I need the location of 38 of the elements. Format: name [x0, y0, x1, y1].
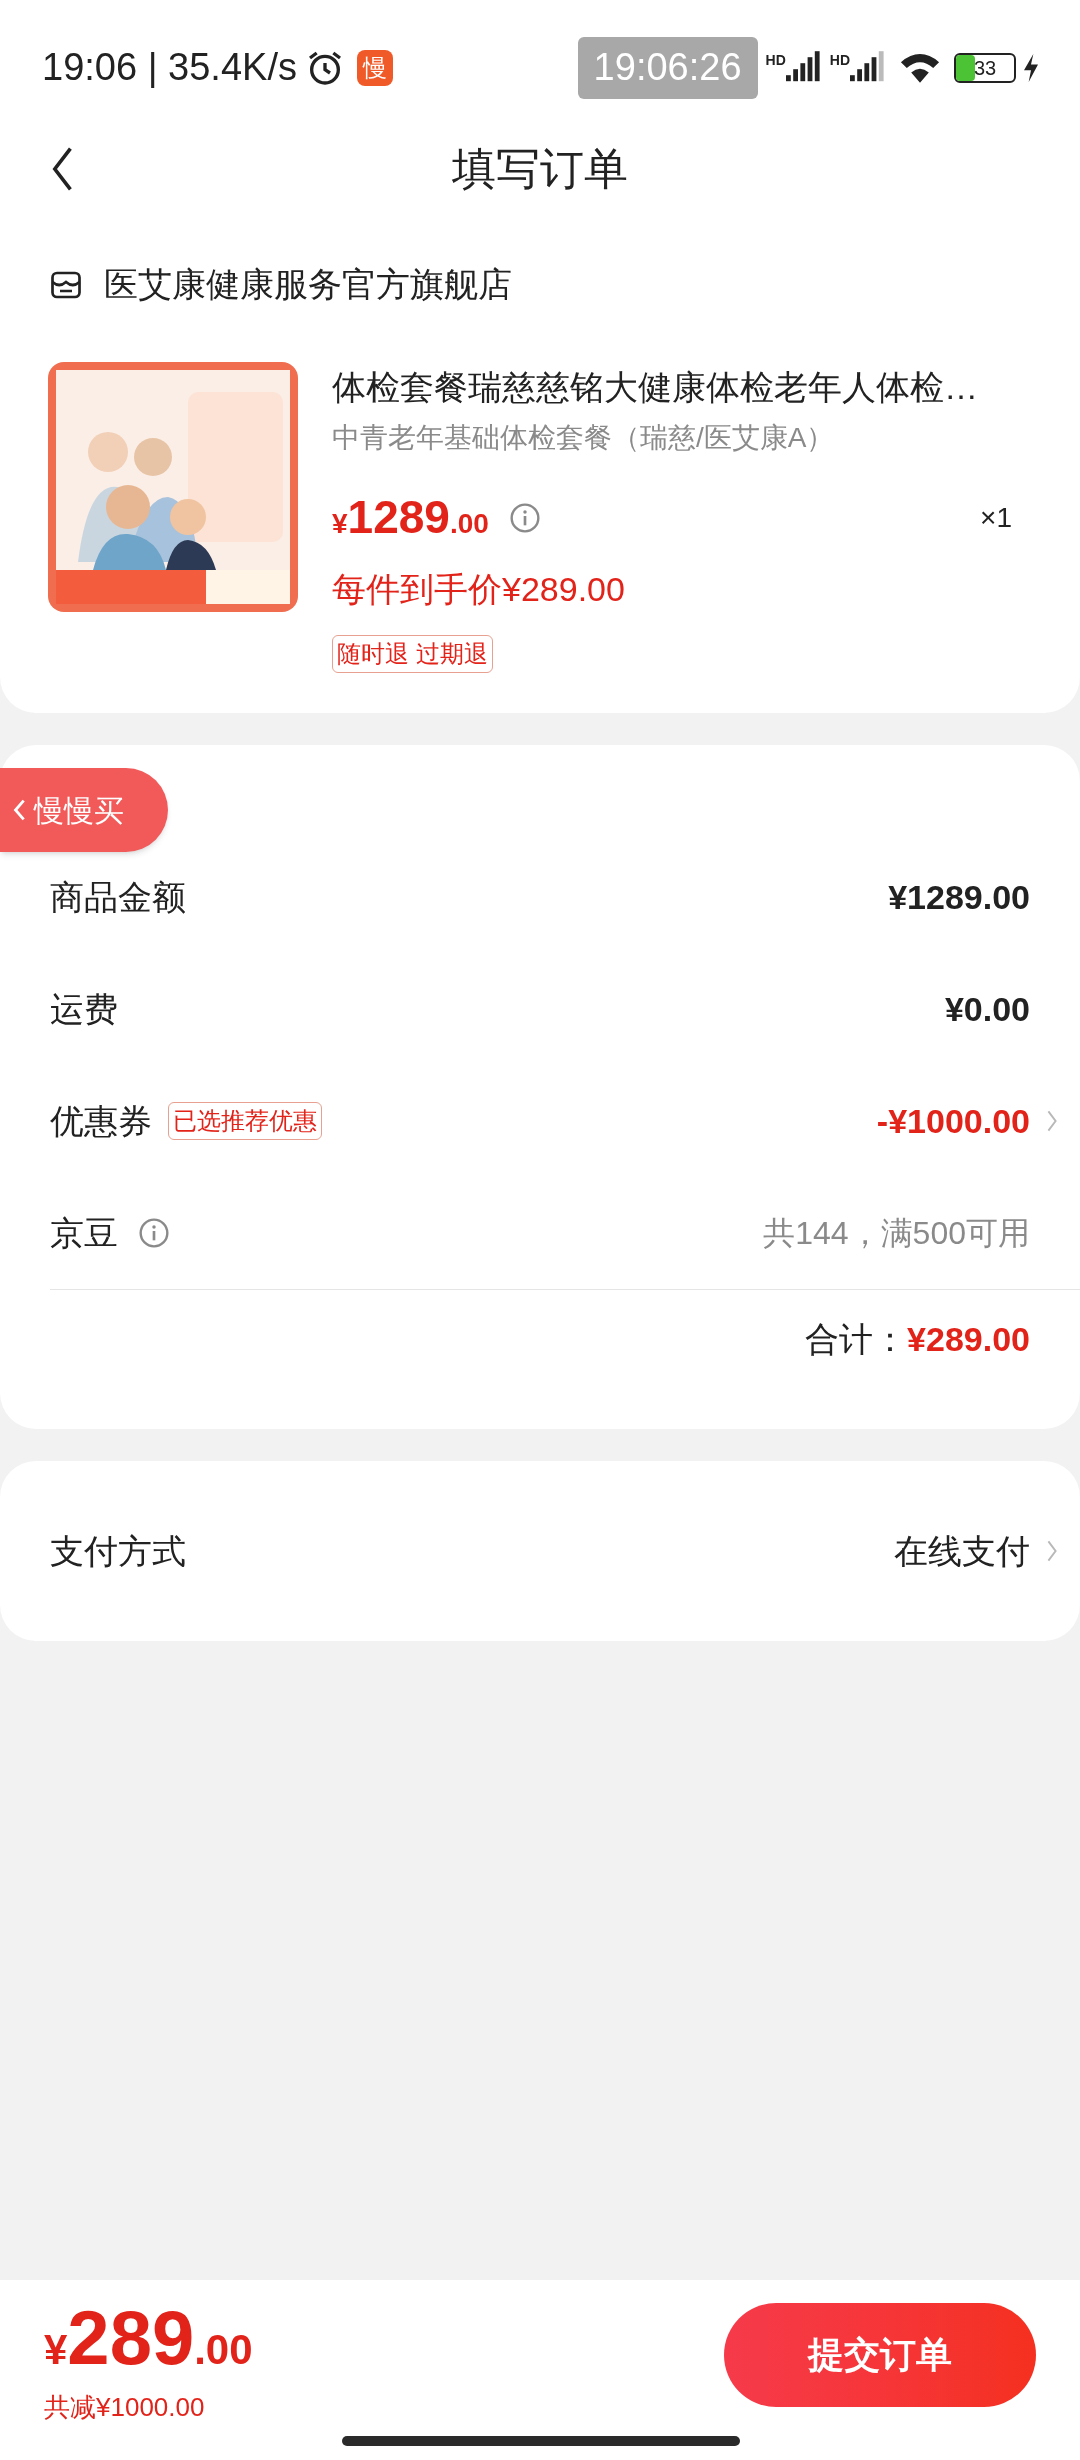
app-badge: 慢 — [356, 49, 393, 86]
network-label: HD — [765, 50, 786, 70]
payment-label: 支付方式 — [50, 1530, 186, 1572]
product-title[interactable]: 体检套餐瑞慈慈铭大健康体检老年人体检… — [332, 362, 1012, 413]
charging-icon — [1024, 53, 1038, 82]
fee-label: 京豆 — [50, 1212, 118, 1254]
fee-value: 共144，满500可用 — [763, 1214, 1030, 1253]
fee-value: -¥1000.00 — [876, 1100, 1030, 1142]
fee-value: ¥1289.00 — [888, 876, 1030, 918]
total-label: 合计： — [805, 1319, 908, 1360]
refund-tag: 随时退 过期退 — [332, 635, 493, 673]
fee-label: 商品金额 — [50, 876, 186, 918]
quantity: ×1 — [980, 500, 1012, 535]
fee-label: 运费 — [50, 988, 118, 1030]
coupon-tag: 已选推荐优惠 — [168, 1102, 322, 1140]
final-price: 每件到手价¥289.00 — [332, 569, 626, 610]
battery-icon: 33 — [954, 52, 1016, 83]
info-icon[interactable] — [508, 501, 541, 534]
chevron-right-icon — [1046, 1109, 1058, 1133]
submit-order-button[interactable]: 提交订单 — [724, 2303, 1036, 2407]
fee-label: 优惠券 — [50, 1100, 152, 1142]
store-name[interactable]: 医艾康健康服务官方旗舰店 — [104, 259, 512, 310]
product-spec: 中青老年基础体检套餐（瑞慈/医艾康A） — [332, 421, 836, 455]
fee-value: ¥0.00 — [944, 988, 1030, 1030]
chevron-left-icon — [12, 798, 26, 822]
page-title: 填写订单 — [452, 143, 628, 195]
savings-text: 共减¥1000.00 — [44, 2391, 206, 2424]
chevron-right-icon — [1046, 1539, 1058, 1563]
payment-value[interactable]: 在线支付 — [894, 1525, 1030, 1577]
back-icon[interactable] — [50, 145, 74, 193]
floating-tab-label: 慢慢买 — [34, 792, 124, 829]
total-value: ¥289.00 — [907, 1319, 1030, 1360]
total-amount: ¥289.00 — [44, 2300, 253, 2376]
status-time: 19:06 | 35.4K/s — [42, 45, 297, 90]
product-price: ¥1289.00 — [332, 490, 489, 545]
network-label: HD — [829, 50, 850, 70]
clock-overlay: 19:06:26 — [577, 36, 758, 99]
info-icon[interactable] — [138, 1217, 170, 1249]
